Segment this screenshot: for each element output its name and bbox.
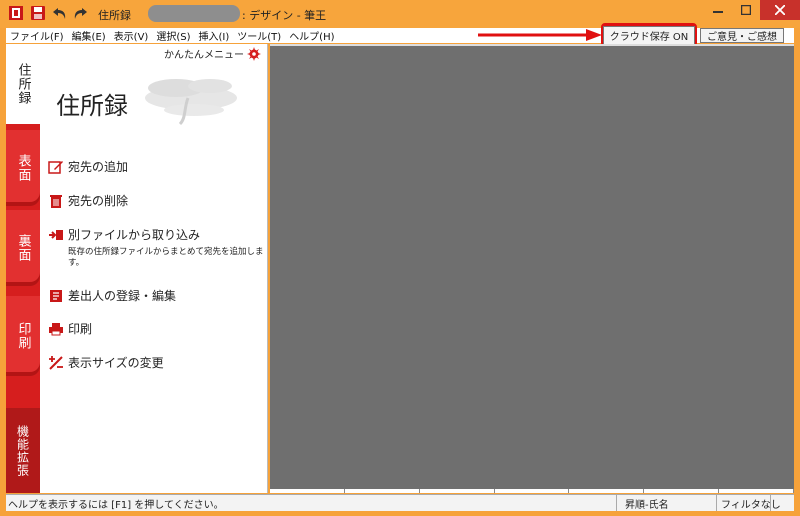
print-action[interactable]: 印刷 [48, 320, 92, 337]
app-icon [9, 6, 23, 20]
import-icon [48, 227, 64, 243]
close-button[interactable] [760, 0, 800, 20]
easy-menu-label: かんたんメニュー [164, 50, 244, 61]
sender-registration-label: 差出人の登録・編集 [68, 289, 177, 303]
delete-recipient-label: 宛先の削除 [68, 194, 129, 208]
window-title: 住所録 [98, 9, 131, 22]
minimize-icon [713, 11, 723, 13]
annotation-arrow-icon [478, 29, 602, 41]
import-description: 既存の住所録ファイルからまとめて宛先を追加します。 [68, 247, 264, 268]
close-icon [775, 5, 785, 15]
menu-edit[interactable]: 編集(E) [68, 28, 110, 43]
printer-icon [48, 321, 64, 337]
status-help-text: ヘルプを表示するには [F1] を押してください。 [8, 499, 224, 511]
tab-address-book[interactable]: 住所録 [6, 44, 40, 124]
display-size-label: 表示サイズの変更 [68, 356, 164, 370]
menu-insert[interactable]: 挿入(I) [195, 28, 234, 43]
save-icon[interactable] [30, 5, 46, 21]
menu-view[interactable]: 表示(V) [110, 28, 153, 43]
column-strip [270, 489, 795, 493]
status-bar: ヘルプを表示するには [F1] を押してください。 昇順-氏名 フィルタなし [6, 494, 794, 511]
tab-back[interactable]: 裏面 [6, 210, 40, 286]
easy-menu-button[interactable]: かんたんメニュー [164, 46, 261, 61]
maximize-icon [741, 5, 751, 15]
side-panel: かんたんメニュー 住所録 宛先の追加 宛先の削除 別ファイルから取り込み 既存の… [40, 44, 268, 493]
redacted-filename [148, 5, 240, 22]
minimize-button[interactable] [704, 0, 732, 20]
import-action[interactable]: 別ファイルから取り込み [48, 226, 200, 243]
window-title-suffix: : デザイン - 筆王 [242, 9, 327, 22]
gear-icon [247, 46, 261, 61]
trash-icon [48, 193, 64, 209]
menu-tools[interactable]: ツール(T) [233, 28, 285, 43]
tab-front[interactable]: 表面 [6, 130, 40, 206]
sender-registration-action[interactable]: 差出人の登録・編集 [48, 287, 176, 304]
add-address-icon [48, 159, 64, 175]
redo-icon[interactable] [72, 5, 88, 21]
resize-grip[interactable] [770, 495, 794, 511]
feedback-button[interactable]: ご意見・ご感想 [700, 28, 784, 43]
undo-icon[interactable] [52, 5, 68, 21]
status-sort: 昇順-氏名 [616, 495, 716, 511]
sender-icon [48, 288, 64, 304]
menu-file[interactable]: ファイル(F) [6, 28, 68, 43]
main-canvas[interactable] [270, 44, 794, 493]
maximize-button[interactable] [733, 0, 759, 20]
display-size-action[interactable]: 表示サイズの変更 [48, 354, 164, 371]
pine-tree-illustration [145, 79, 237, 126]
status-filter: フィルタなし [716, 495, 781, 511]
print-label: 印刷 [68, 322, 93, 336]
import-label: 別ファイルから取り込み [68, 228, 201, 242]
zoom-size-icon [48, 355, 64, 371]
menu-help[interactable]: ヘルプ(H) [285, 28, 338, 43]
delete-recipient-action[interactable]: 宛先の削除 [48, 192, 128, 209]
tab-column: 住所録 表面 裏面 印刷 機能拡張 [6, 44, 40, 493]
tab-print[interactable]: 印刷 [6, 296, 40, 376]
panel-title: 住所録 [56, 92, 128, 120]
add-recipient-label: 宛先の追加 [68, 160, 129, 174]
cloud-save-button[interactable]: クラウド保存 ON [602, 25, 696, 45]
add-recipient-action[interactable]: 宛先の追加 [48, 158, 128, 175]
tab-extensions[interactable]: 機能拡張 [6, 408, 40, 493]
menu-select[interactable]: 選択(S) [152, 28, 194, 43]
